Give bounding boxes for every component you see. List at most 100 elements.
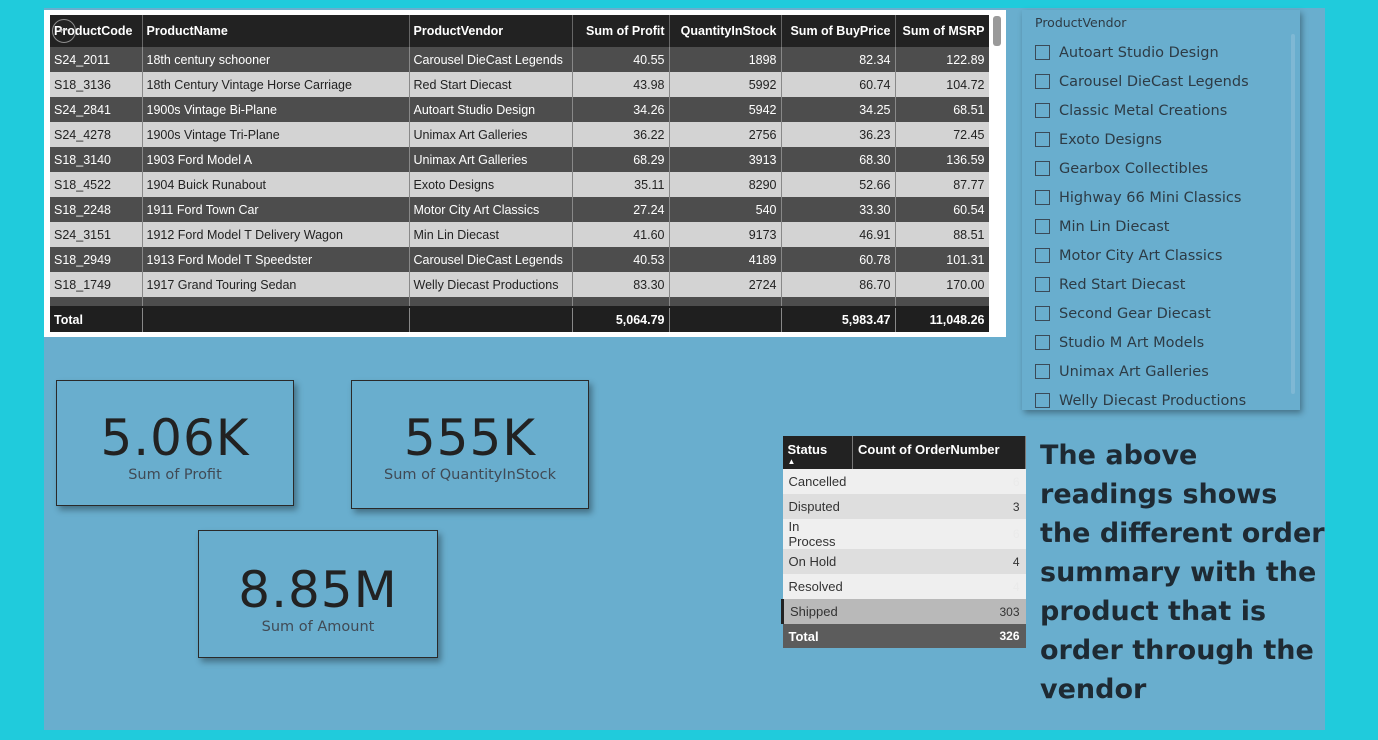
table-row[interactable]: S18_3136 18th Century Vintage Horse Carri… <box>50 72 989 97</box>
cell-productcode: S18_3136 <box>50 72 143 97</box>
status-row[interactable]: Shipped 303 <box>781 599 1026 624</box>
cell-productvendor: Autoart Studio Design <box>409 97 573 122</box>
slicer-scrollbar[interactable] <box>1291 34 1295 394</box>
cell-clipped <box>669 297 782 307</box>
status-table-visual[interactable]: Status ▲ Count of OrderNumber Cancelled 6… <box>781 436 1026 648</box>
checkbox-icon[interactable] <box>1035 161 1050 176</box>
slicer-item[interactable]: Highway 66 Mini Classics <box>1035 183 1249 212</box>
col-header-productname[interactable]: ProductName <box>142 15 410 47</box>
checkbox-icon[interactable] <box>1035 103 1050 118</box>
checkbox-icon[interactable] <box>1035 306 1050 321</box>
summary-note: The above readings shows the different o… <box>1040 440 1325 705</box>
cell-clipped <box>895 297 989 307</box>
cell-productvendor: Welly Diecast Productions <box>409 272 573 297</box>
slicer-item[interactable]: Min Lin Diecast <box>1035 212 1249 241</box>
cell-msrp: 170.00 <box>895 272 989 297</box>
slicer-item[interactable]: Welly Diecast Productions <box>1035 386 1249 415</box>
slicer-item[interactable]: Gearbox Collectibles <box>1035 154 1249 183</box>
status-row[interactable]: On Hold 4 <box>782 549 1026 574</box>
table-row[interactable]: S18_4522 1904 Buick Runabout Exoto Designs… <box>50 172 989 197</box>
slicer-item[interactable]: Red Start Diecast <box>1035 270 1249 299</box>
checkbox-icon[interactable] <box>1035 393 1050 408</box>
status-row[interactable]: In Process 6 <box>782 519 1026 549</box>
checkbox-icon[interactable] <box>1035 74 1050 89</box>
cell-productname: 1900s Vintage Bi-Plane <box>142 97 410 122</box>
checkbox-icon[interactable] <box>1035 219 1050 234</box>
cell-buyprice: 34.25 <box>781 97 896 122</box>
status-row[interactable]: Disputed 3 <box>782 494 1026 519</box>
cell-msrp: 122.89 <box>895 47 989 72</box>
slicer-item[interactable]: Motor City Art Classics <box>1035 241 1249 270</box>
slicer-item-label: Min Lin Diecast <box>1059 218 1170 235</box>
checkbox-icon[interactable] <box>1035 364 1050 379</box>
col-header-profit[interactable]: Sum of Profit <box>572 15 670 47</box>
slicer-item-label: Studio M Art Models <box>1059 334 1205 351</box>
slicer-item-label: Welly Diecast Productions <box>1059 392 1247 409</box>
checkbox-icon[interactable] <box>1035 45 1050 60</box>
table-row[interactable]: S24_2841 1900s Vintage Bi-Plane Autoart St… <box>50 97 989 122</box>
slicer-item[interactable]: Exoto Designs <box>1035 125 1249 154</box>
count-cell: 4 <box>852 574 1026 599</box>
card-caption: Sum of Profit <box>128 467 222 483</box>
slicer-item[interactable]: Studio M Art Models <box>1035 328 1249 357</box>
cell-profit: 34.26 <box>572 97 670 122</box>
col-header-quantity[interactable]: QuantityInStock <box>669 15 782 47</box>
slicer-item-label: Classic Metal Creations <box>1059 102 1228 119</box>
slicer-item[interactable]: Autoart Studio Design <box>1035 38 1249 67</box>
cell-buyprice: 33.30 <box>781 197 896 222</box>
cell-msrp: 104.72 <box>895 72 989 97</box>
cell-quantity: 8290 <box>669 172 782 197</box>
col-header-productvendor[interactable]: ProductVendor <box>409 15 573 47</box>
back-arrow-icon[interactable]: ← <box>52 19 76 43</box>
product-table-body: ProductCode ProductName ProductVendor Su… <box>50 15 989 333</box>
total-profit: 5,064.79 <box>572 306 670 332</box>
product-table-visual[interactable]: ProductCode ProductName ProductVendor Su… <box>44 10 1006 337</box>
col-header-buyprice[interactable]: Sum of BuyPrice <box>781 15 896 47</box>
status-row[interactable]: Resolved 4 <box>782 574 1026 599</box>
total-msrp: 11,048.26 <box>895 306 989 332</box>
cell-productvendor: Min Lin Diecast <box>409 222 573 247</box>
status-row[interactable]: Cancelled 6 <box>782 469 1026 494</box>
status-cell: Resolved <box>782 574 853 599</box>
table-row[interactable]: S24_2011 18th century schooner Carousel Di… <box>50 47 989 72</box>
table-row[interactable]: S18_3140 1903 Ford Model A Unimax Art Gall… <box>50 147 989 172</box>
checkbox-icon[interactable] <box>1035 277 1050 292</box>
sort-ascending-icon: ▲ <box>787 457 796 466</box>
checkbox-icon[interactable] <box>1035 248 1050 263</box>
slicer-item[interactable]: Classic Metal Creations <box>1035 96 1249 125</box>
table-row[interactable]: S18_1749 1917 Grand Touring Sedan Welly Di… <box>50 272 989 297</box>
cell-productname: 1900s Vintage Tri-Plane <box>142 122 410 147</box>
cell-clipped <box>142 297 410 307</box>
cell-productname: 1904 Buick Runabout <box>142 172 410 197</box>
status-cell: In Process <box>782 519 853 549</box>
slicer-item[interactable]: Carousel DieCast Legends <box>1035 67 1249 96</box>
checkbox-icon[interactable] <box>1035 132 1050 147</box>
cell-profit: 40.53 <box>572 247 670 272</box>
vendor-slicer: ProductVendor Autoart Studio Design Carou… <box>1022 10 1300 410</box>
cell-buyprice: 60.74 <box>781 72 896 97</box>
slicer-item[interactable]: Unimax Art Galleries <box>1035 357 1249 386</box>
cell-productcode: S18_2248 <box>50 197 143 222</box>
cell-profit: 68.29 <box>572 147 670 172</box>
table-row[interactable]: S18_2949 1913 Ford Model T Speedster Carou… <box>50 247 989 272</box>
checkbox-icon[interactable] <box>1035 190 1050 205</box>
checkbox-icon[interactable] <box>1035 335 1050 350</box>
card-value: 5.06K <box>100 409 250 467</box>
slicer-item[interactable]: Second Gear Diecast <box>1035 299 1249 328</box>
table-row[interactable]: S24_3151 1912 Ford Model T Delivery Wagon… <box>50 222 989 247</box>
cell-msrp: 101.31 <box>895 247 989 272</box>
cell-productvendor: Carousel DieCast Legends <box>409 47 573 72</box>
table-scrollbar[interactable] <box>993 16 1001 46</box>
count-cell: 3 <box>852 494 1026 519</box>
product-table-header: ProductCode ProductName ProductVendor Su… <box>50 15 989 47</box>
total-empty <box>142 306 410 332</box>
col-header-count[interactable]: Count of OrderNumber <box>852 436 1026 469</box>
status-cell: Cancelled <box>782 469 853 494</box>
col-header-msrp[interactable]: Sum of MSRP <box>895 15 989 47</box>
col-header-status[interactable]: Status ▲ <box>782 436 853 469</box>
cell-productvendor: Exoto Designs <box>409 172 573 197</box>
slicer-item-label: Unimax Art Galleries <box>1059 363 1209 380</box>
table-row[interactable]: S24_4278 1900s Vintage Tri-Plane Unimax Ar… <box>50 122 989 147</box>
slicer-item-label: Red Start Diecast <box>1059 276 1186 293</box>
table-row[interactable]: S18_2248 1911 Ford Town Car Motor City Art… <box>50 197 989 222</box>
